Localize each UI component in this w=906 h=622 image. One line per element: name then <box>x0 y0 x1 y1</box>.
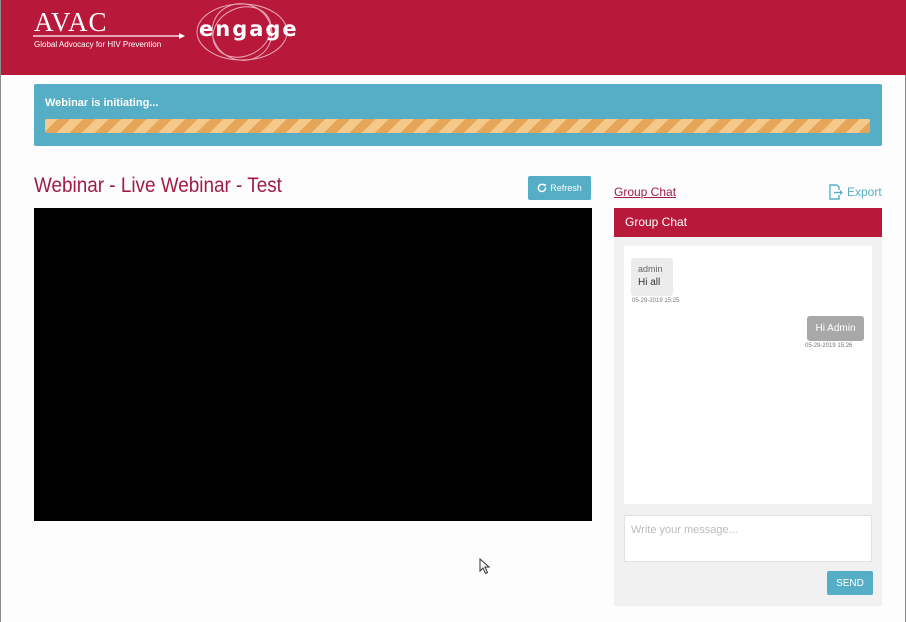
chat-header-title: Group Chat <box>625 215 688 229</box>
send-button[interactable]: SEND <box>827 571 873 595</box>
progress-fill <box>45 119 870 133</box>
progress-bar <box>45 119 870 133</box>
site-header: AVAC Global Advocacy for HIV Prevention … <box>1 0 906 75</box>
refresh-button[interactable]: Refresh <box>528 176 591 200</box>
video-player[interactable] <box>34 208 592 521</box>
chat-message-input[interactable] <box>624 515 872 562</box>
export-button[interactable]: Export <box>828 184 882 200</box>
refresh-icon <box>537 183 547 193</box>
chat-message-incoming: admin Hi all <box>631 258 673 296</box>
export-label: Export <box>847 185 882 199</box>
message-text: Hi all <box>638 277 661 288</box>
message-timestamp: 05-29-2019 15:26 <box>805 343 853 349</box>
webinar-status-panel: Webinar is initiating... <box>34 84 882 146</box>
chat-panel: Group Chat admin Hi all 05-29-2019 15:25… <box>614 208 882 606</box>
logo-arrow-icon <box>33 33 185 39</box>
status-message: Webinar is initiating... <box>45 97 159 109</box>
chat-header: Group Chat <box>614 208 882 237</box>
page-title: Webinar - Live Webinar - Test <box>34 174 282 197</box>
chat-message-list[interactable]: admin Hi all 05-29-2019 15:25 Hi Admin 0… <box>624 246 872 504</box>
message-author: admin <box>638 264 663 274</box>
export-icon <box>829 184 843 200</box>
chat-message-outgoing: Hi Admin <box>807 316 864 341</box>
avac-tagline: Global Advocacy for HIV Prevention <box>34 40 162 49</box>
message-timestamp: 05-29-2019 15:25 <box>632 298 680 304</box>
engage-logo-text[interactable]: engage <box>199 17 299 41</box>
refresh-label: Refresh <box>550 183 582 193</box>
mouse-cursor-icon <box>479 558 491 575</box>
message-text: Hi Admin <box>815 323 856 334</box>
tab-group-chat[interactable]: Group Chat <box>614 185 676 199</box>
